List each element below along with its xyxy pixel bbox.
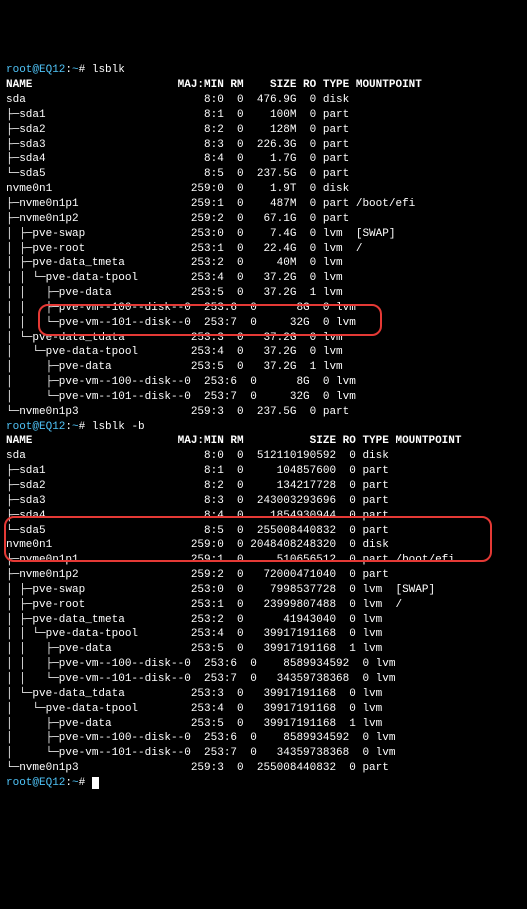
table-row: │ └─pve-data-tpool 253:4 0 39917191168 0… <box>6 702 521 717</box>
table-header: NAME MAJ:MIN RM SIZE RO TYPE MOUNTPOINT <box>6 434 521 449</box>
table-row: │ ├─pve-data 253:5 0 37.2G 1 lvm <box>6 360 521 375</box>
table-row: │ ├─pve-data_tmeta 253:2 0 40M 0 lvm <box>6 256 521 271</box>
table-row: │ │ ├─pve-data 253:5 0 39917191168 1 lvm <box>6 642 521 657</box>
prompt-hash: # <box>79 421 92 433</box>
table-row: ├─sda2 8:2 0 128M 0 part <box>6 123 521 138</box>
table-row: │ ├─pve-root 253:1 0 23999807488 0 lvm / <box>6 598 521 613</box>
table-row: │ ├─pve-swap 253:0 0 7.4G 0 lvm [SWAP] <box>6 227 521 242</box>
prompt-cwd: ~ <box>72 64 79 76</box>
table-row: │ │ └─pve-vm--101--disk--0 253:7 0 32G 0… <box>6 316 521 331</box>
table-row: │ ├─pve-vm--100--disk--0 253:6 0 8589934… <box>6 731 521 746</box>
prompt-hash: # <box>79 777 92 789</box>
command-text: lsblk -b <box>92 421 145 433</box>
table-row: ├─nvme0n1p2 259:2 0 67.1G 0 part <box>6 212 521 227</box>
table-row: │ ├─pve-swap 253:0 0 7998537728 0 lvm [S… <box>6 583 521 598</box>
table-row: nvme0n1 259:0 0 1.9T 0 disk <box>6 182 521 197</box>
table-row: │ │ └─pve-vm--101--disk--0 253:7 0 34359… <box>6 672 521 687</box>
table-row: │ └─pve-vm--101--disk--0 253:7 0 32G 0 l… <box>6 390 521 405</box>
prompt-hash: # <box>79 64 92 76</box>
prompt-userhost: root@EQ12 <box>6 421 65 433</box>
cursor <box>92 777 99 789</box>
prompt-userhost: root@EQ12 <box>6 64 65 76</box>
table-row: │ │ ├─pve-vm--100--disk--0 253:6 0 8G 0 … <box>6 301 521 316</box>
table-row: │ ├─pve-data_tmeta 253:2 0 41943040 0 lv… <box>6 613 521 628</box>
table-row: ├─sda4 8:4 0 1.7G 0 part <box>6 152 521 167</box>
table-row: │ └─pve-vm--101--disk--0 253:7 0 3435973… <box>6 746 521 761</box>
table-row: │ │ ├─pve-vm--100--disk--0 253:6 0 85899… <box>6 657 521 672</box>
table-row: sda 8:0 0 512110190592 0 disk <box>6 449 521 464</box>
table-row: │ ├─pve-vm--100--disk--0 253:6 0 8G 0 lv… <box>6 375 521 390</box>
table-row: ├─sda3 8:3 0 243003293696 0 part <box>6 494 521 509</box>
table-row: │ └─pve-data_tdata 253:3 0 39917191168 0… <box>6 687 521 702</box>
table-row: └─nvme0n1p3 259:3 0 237.5G 0 part <box>6 405 521 420</box>
table-row: nvme0n1 259:0 0 2048408248320 0 disk <box>6 538 521 553</box>
prompt-sep: : <box>65 777 72 789</box>
table-row: ├─nvme0n1p1 259:1 0 487M 0 part /boot/ef… <box>6 197 521 212</box>
table-row: ├─nvme0n1p2 259:2 0 72000471040 0 part <box>6 568 521 583</box>
prompt-cwd: ~ <box>72 777 79 789</box>
table-row: ├─sda3 8:3 0 226.3G 0 part <box>6 138 521 153</box>
table-row: │ │ └─pve-data-tpool 253:4 0 37.2G 0 lvm <box>6 271 521 286</box>
table-row: │ └─pve-data_tdata 253:3 0 37.2G 0 lvm <box>6 331 521 346</box>
prompt-line[interactable]: root@EQ12:~# lsblk <box>6 63 521 78</box>
command-text: lsblk <box>92 64 125 76</box>
table-row: └─sda5 8:5 0 255008440832 0 part <box>6 524 521 539</box>
table-row: │ └─pve-data-tpool 253:4 0 37.2G 0 lvm <box>6 345 521 360</box>
prompt-userhost: root@EQ12 <box>6 777 65 789</box>
table-row: └─nvme0n1p3 259:3 0 255008440832 0 part <box>6 761 521 776</box>
table-row: │ ├─pve-root 253:1 0 22.4G 0 lvm / <box>6 242 521 257</box>
table-row: ├─sda1 8:1 0 100M 0 part <box>6 108 521 123</box>
table-row: sda 8:0 0 476.9G 0 disk <box>6 93 521 108</box>
prompt-cwd: ~ <box>72 421 79 433</box>
prompt-line[interactable]: root@EQ12:~# lsblk -b <box>6 420 521 435</box>
table-row: │ │ └─pve-data-tpool 253:4 0 39917191168… <box>6 627 521 642</box>
table-header: NAME MAJ:MIN RM SIZE RO TYPE MOUNTPOINT <box>6 78 521 93</box>
table-row: ├─sda2 8:2 0 134217728 0 part <box>6 479 521 494</box>
table-row: ├─sda1 8:1 0 104857600 0 part <box>6 464 521 479</box>
table-row: ├─sda4 8:4 0 1854930944 0 part <box>6 509 521 524</box>
terminal[interactable]: root@EQ12:~# lsblkNAME MAJ:MIN RM SIZE R… <box>6 63 521 790</box>
table-row: │ ├─pve-data 253:5 0 39917191168 1 lvm <box>6 717 521 732</box>
table-row: │ │ ├─pve-data 253:5 0 37.2G 1 lvm <box>6 286 521 301</box>
prompt-line[interactable]: root@EQ12:~# <box>6 776 521 791</box>
table-row: └─sda5 8:5 0 237.5G 0 part <box>6 167 521 182</box>
table-row: ├─nvme0n1p1 259:1 0 510656512 0 part /bo… <box>6 553 521 568</box>
